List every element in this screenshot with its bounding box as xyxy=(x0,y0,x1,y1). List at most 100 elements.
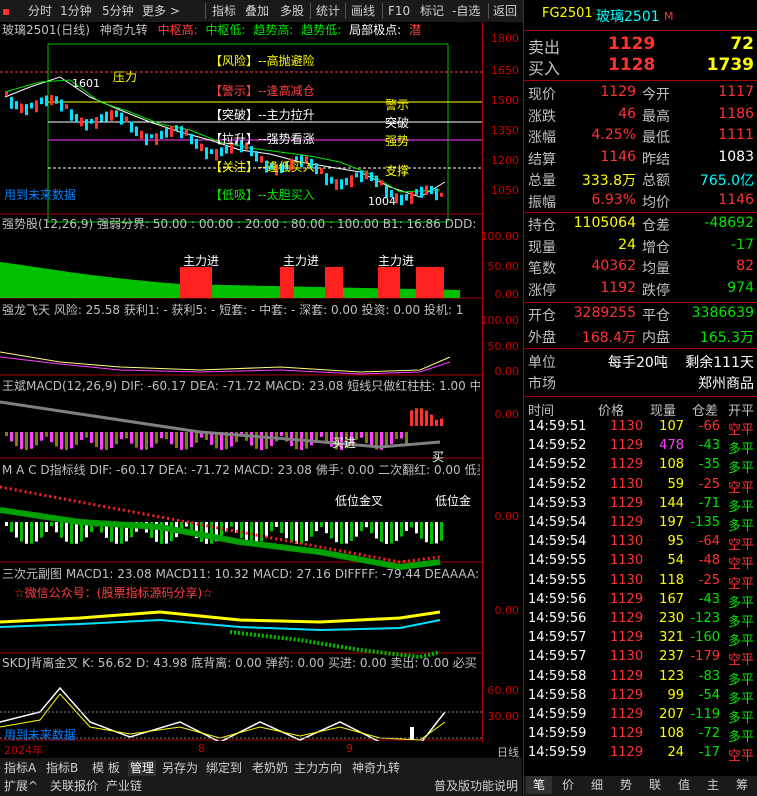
label-breakout: 突破 xyxy=(385,116,410,130)
mark-button[interactable]: 标记 xyxy=(420,3,444,19)
overlay-button[interactable]: 叠加 xyxy=(245,3,269,19)
stats-button[interactable]: 统计 xyxy=(316,3,340,19)
candle xyxy=(355,172,358,178)
macd-bar xyxy=(105,432,108,450)
tab-magic-nine[interactable]: 神奇九转 xyxy=(350,760,402,776)
tab-main[interactable]: 主 xyxy=(700,776,726,794)
tab-indicator-b[interactable]: 指标B xyxy=(44,760,80,776)
macd-indicator-bar xyxy=(60,522,63,538)
menu-icon[interactable]: ▪ xyxy=(2,3,10,19)
tick-row: 14:59:55 1130 118 -25 空平 xyxy=(524,573,757,592)
tab-link[interactable]: 联 xyxy=(642,776,668,794)
add-favorite-button[interactable]: -自选 xyxy=(452,3,480,19)
macd-indicator-bar xyxy=(265,522,268,537)
macd-bar xyxy=(150,432,153,448)
tick-open-close: 空平 xyxy=(728,749,755,765)
stat-label: 最低 xyxy=(642,130,670,146)
tick-time: 14:59:58 xyxy=(528,668,587,684)
tick-oi-change: -123 xyxy=(690,611,720,626)
expand-button[interactable]: 扩展^ xyxy=(2,778,40,794)
tick-oi-change: -17 xyxy=(698,745,720,761)
draw-line-button[interactable]: 画线 xyxy=(351,3,375,19)
macd-indicator-bar xyxy=(270,522,273,532)
stat-value: 4.25% xyxy=(591,127,636,143)
sell-price: 1129 xyxy=(608,34,656,54)
chart-area[interactable]: 玻璃2501(日线) 神奇九转 中枢高: 中枢低: 趋势高: 趋势低: 局部极点… xyxy=(0,22,522,758)
quote-stat-row: 笔数 40362 均量 82 xyxy=(524,258,757,280)
tab-template[interactable]: 模 板 xyxy=(90,760,122,776)
tab-indicator-a[interactable]: 指标A xyxy=(2,760,38,776)
tick-open-close: 多平 xyxy=(728,634,755,650)
tab-manage[interactable]: 管理 xyxy=(128,760,157,776)
tab-trend[interactable]: 势 xyxy=(613,776,639,794)
indicator-name[interactable]: 神奇九转 xyxy=(100,23,148,37)
macd-indicator-bar xyxy=(310,522,313,537)
tab-save-as[interactable]: 另存为 xyxy=(160,760,200,776)
unit-value: 每手20吨 xyxy=(608,355,668,371)
tab-1min[interactable]: 1分钟 xyxy=(60,3,92,19)
tab-price[interactable]: 价 xyxy=(555,776,581,794)
label-pressure: 压力 xyxy=(113,70,138,84)
stat-value: 3386639 xyxy=(691,305,754,321)
tab-chips[interactable]: 筹 xyxy=(729,776,755,794)
tab-detail[interactable]: 细 xyxy=(584,776,610,794)
legend-zhongshu-high: 中枢高: xyxy=(157,23,198,37)
multi-stock-button[interactable]: 多股 xyxy=(280,3,304,19)
tab-bind-to[interactable]: 绑定到 xyxy=(204,760,244,776)
header-price: 价格 xyxy=(598,404,625,419)
label-support: 支撑 xyxy=(385,164,410,178)
panel-dragon-title: 强龙飞天 风险: 25.58 获利1: - 获利5: - 短套: - 中套: -… xyxy=(2,303,464,317)
macd-indicator-bar xyxy=(415,522,418,534)
macd-indicator-bar xyxy=(255,522,258,544)
macd-bar xyxy=(60,432,63,450)
stat-label: 均价 xyxy=(642,194,670,211)
candle xyxy=(345,177,348,186)
tab-main-direction[interactable]: 主力方向 xyxy=(292,760,344,776)
candle xyxy=(185,129,188,136)
macd-bar xyxy=(10,432,13,442)
stat-value: 1146 xyxy=(718,191,754,208)
back-button[interactable]: 返回 xyxy=(493,3,517,19)
stat-value: 1192 xyxy=(600,279,636,296)
candle xyxy=(115,110,118,117)
macd-indicator-bar xyxy=(390,522,393,544)
tick-price: 1129 xyxy=(610,630,644,646)
candle xyxy=(15,101,18,110)
candle xyxy=(325,173,328,186)
quote-stat-row: 总量 333.8万 总额 765.0亿 xyxy=(524,170,757,192)
f10-button[interactable]: F10 xyxy=(388,3,410,19)
candle xyxy=(145,133,148,146)
tab-tick[interactable]: 笔 xyxy=(526,776,552,794)
indicator-button[interactable]: 指标 xyxy=(212,3,236,19)
tab-more[interactable]: 更多 > xyxy=(142,3,180,19)
candle xyxy=(130,121,133,133)
stat-value: 6.93% xyxy=(591,191,636,208)
candle xyxy=(320,168,323,175)
label-strong: 强势 xyxy=(385,134,410,148)
industry-chain-button[interactable]: 产业链 xyxy=(104,778,144,794)
macd-bar xyxy=(280,432,283,437)
macd-bar xyxy=(85,432,88,438)
tick-volume: 99 xyxy=(667,687,684,703)
tab-5min[interactable]: 5分钟 xyxy=(102,3,134,19)
candle xyxy=(40,97,43,105)
stat-label: 内盘 xyxy=(642,329,670,346)
macd-indicator-bar xyxy=(315,522,318,532)
market-value: 郑州商品 xyxy=(698,376,754,392)
market-badge: M xyxy=(664,10,674,23)
tab-intraday[interactable]: 分时 xyxy=(28,3,52,19)
tick-volume: 54 xyxy=(667,553,684,569)
related-quotes-button[interactable]: 关联报价 xyxy=(48,778,100,794)
basic-edition-help[interactable]: 普及版功能说明 xyxy=(432,778,520,794)
macd-indicator-bar xyxy=(280,522,283,534)
macd-bar xyxy=(425,410,428,426)
macd-indicator-bar xyxy=(380,522,383,543)
macd-indicator-bar xyxy=(425,522,428,543)
tab-grandma[interactable]: 老奶奶 xyxy=(250,760,290,776)
tick-price: 1129 xyxy=(610,495,644,511)
macd-indicator-bar xyxy=(340,522,343,544)
tab-value[interactable]: 值 xyxy=(671,776,697,794)
macd-indicator-bar xyxy=(430,522,433,544)
stat-value: 765.0亿 xyxy=(699,173,754,189)
tick-volume: 123 xyxy=(659,668,684,684)
